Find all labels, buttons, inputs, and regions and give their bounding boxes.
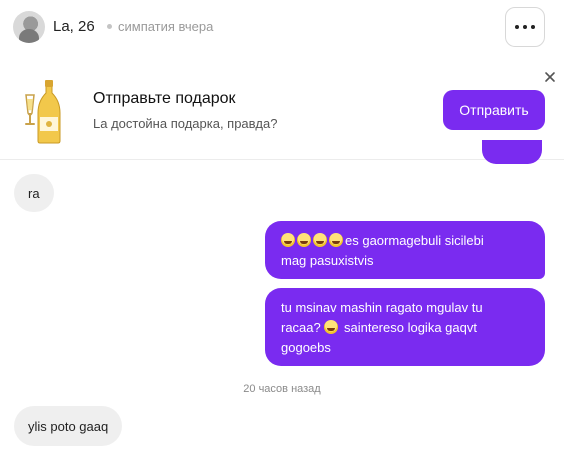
close-icon[interactable] — [544, 71, 556, 83]
time-separator: 20 часов назад — [243, 383, 321, 395]
message-text: ra — [28, 185, 40, 201]
more-button[interactable] — [505, 7, 545, 47]
message-line-1: es gaormagebuli sicilebi — [281, 231, 529, 251]
grinning-emoji — [324, 320, 339, 334]
previous-outgoing-bubble — [482, 140, 542, 164]
gift-title: Отправьте подарок — [93, 90, 236, 107]
avatar[interactable] — [13, 11, 45, 43]
laughing-emoji — [313, 233, 327, 247]
outgoing-message[interactable]: tu msinav mashin ragato mgulav tu racaa?… — [265, 288, 545, 366]
profile-name[interactable]: La, 26 — [53, 18, 95, 35]
gift-subtitle: La достойна подарка, правда? — [93, 116, 278, 131]
message-line-2: mag pasuxistvis — [281, 253, 374, 268]
separator-dot — [107, 24, 112, 29]
laughing-emoji — [329, 233, 343, 247]
message-line-2: racaa? saintereso logika gaqvt — [281, 320, 477, 335]
laughing-emoji — [297, 233, 311, 247]
match-status: симпатия вчера — [118, 19, 214, 34]
send-gift-button[interactable]: Отправить — [443, 90, 545, 130]
champagne-bottle-icon — [18, 79, 66, 145]
incoming-message[interactable]: ylis poto gaaq — [14, 406, 123, 446]
chat-header: La, 26 симпатия вчера — [0, 0, 564, 56]
outgoing-message[interactable]: es gaormagebuli sicilebi mag pasuxistvis — [265, 221, 545, 279]
message-line-1: tu msinav mashin ragato mgulav tu — [281, 300, 483, 315]
more-icon — [515, 25, 519, 29]
laughing-emoji — [281, 233, 295, 247]
message-line-3: gogoebs — [281, 340, 331, 355]
incoming-message[interactable]: ra — [14, 174, 54, 212]
message-text: ylis poto gaaq — [28, 418, 109, 434]
